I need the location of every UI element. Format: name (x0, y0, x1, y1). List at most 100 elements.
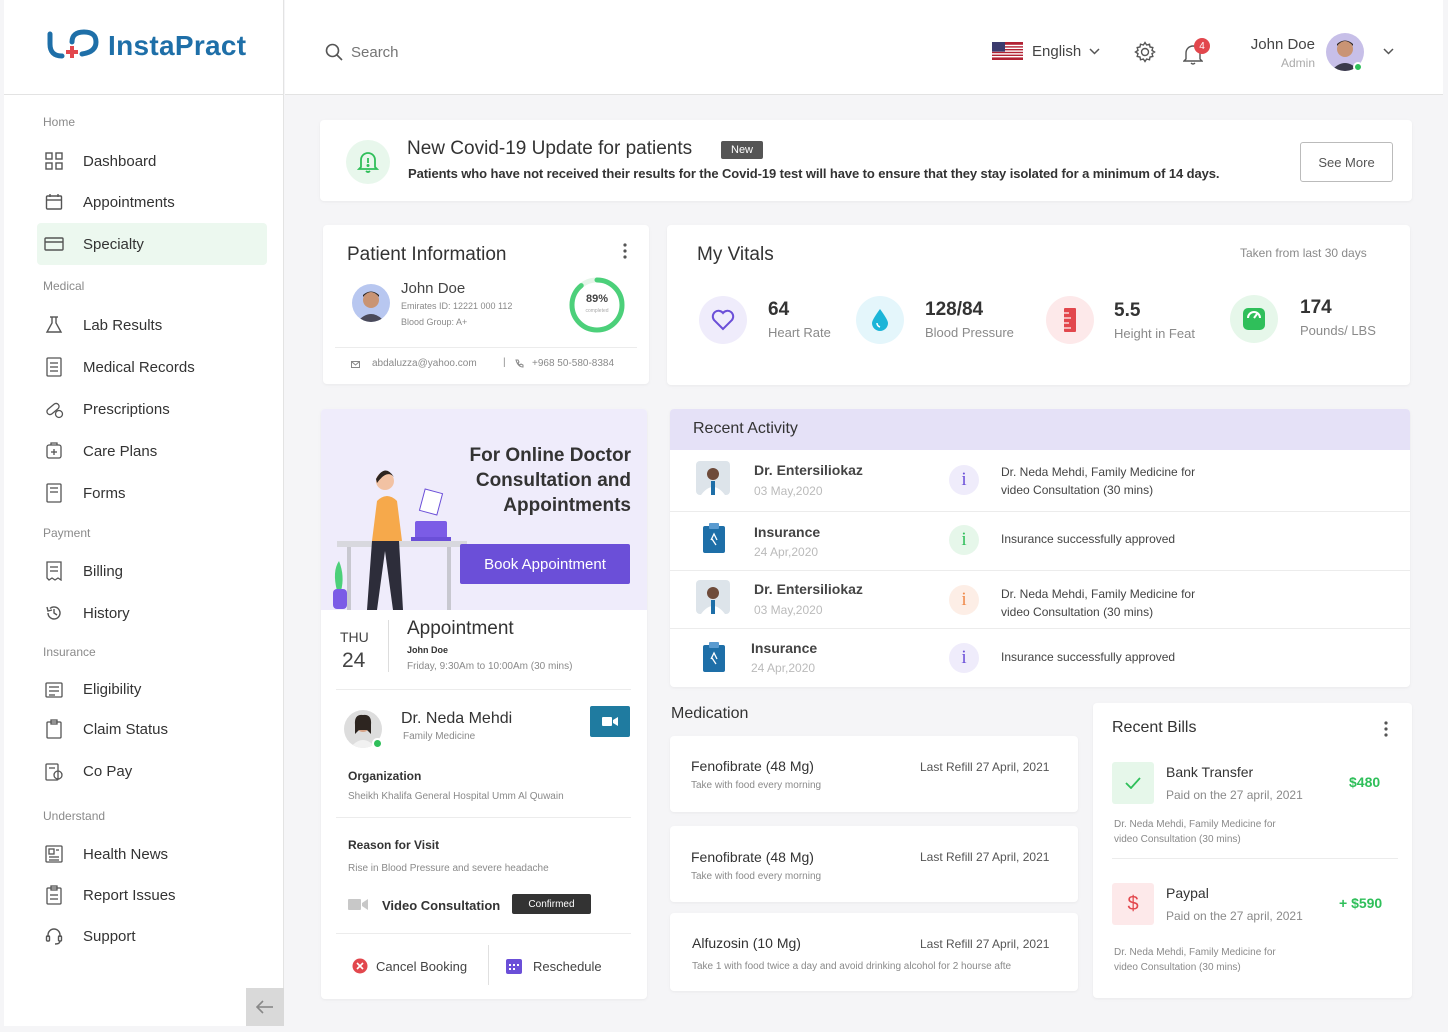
sidebar-item-co-pay[interactable]: Co Pay (37, 751, 267, 791)
recent-bills-card: Recent Bills Bank Transfer Paid on the 2… (1093, 703, 1412, 998)
medication-name: Alfuzosin (10 Mg) (692, 935, 801, 951)
sidebar-item-eligibility[interactable]: Eligibility (37, 669, 267, 709)
sidebar-item-dashboard[interactable]: Dashboard (37, 141, 267, 181)
more-options-icon[interactable] (623, 243, 627, 259)
patient-information-card: Patient Information John Doe Emirates ID… (323, 225, 649, 384)
promo-text: For Online Doctor Consultation and Appoi… (470, 443, 632, 518)
divider (335, 347, 637, 348)
cancel-booking-button[interactable]: Cancel Booking (352, 958, 467, 974)
sidebar-item-label: Eligibility (83, 680, 142, 698)
chevron-down-icon (1089, 47, 1100, 55)
medication-name: Fenofibrate (48 Mg) (691, 758, 814, 774)
sidebar-item-medical-records[interactable]: Medical Records (37, 347, 267, 387)
medication-note: Take with food every morning (691, 871, 822, 882)
sidebar-item-support[interactable]: Support (37, 916, 267, 956)
sidebar-item-appointments[interactable]: Appointments (37, 182, 267, 222)
vitals-note: Taken from last 30 days (1240, 246, 1367, 260)
care-plan-icon (43, 440, 65, 462)
patient-emirates-id: Emirates ID: 12221 000 112 (401, 301, 513, 311)
sidebar-item-label: Lab Results (83, 316, 163, 334)
video-call-button[interactable] (590, 706, 630, 737)
search-input[interactable] (351, 40, 651, 64)
info-icon: i (949, 585, 979, 615)
video-icon (348, 899, 368, 910)
medication-item[interactable]: Alfuzosin (10 Mg) Last Refill 27 April, … (670, 913, 1078, 991)
eligibility-icon (43, 678, 65, 700)
sidebar-item-label: History (83, 604, 130, 622)
heart-rate-label: Heart Rate (768, 325, 831, 340)
medication-item[interactable]: Fenofibrate (48 Mg) Last Refill 27 April… (670, 736, 1078, 812)
see-more-button[interactable]: See More (1300, 142, 1393, 182)
description-line-2: video Consultation (30 mins) (1114, 834, 1241, 845)
medication-item[interactable]: Fenofibrate (48 Mg) Last Refill 27 April… (670, 826, 1078, 902)
sidebar-item-prescriptions[interactable]: Prescriptions (37, 389, 267, 429)
collapse-sidebar-button[interactable] (246, 988, 284, 1026)
medication-name: Fenofibrate (48 Mg) (691, 849, 814, 865)
more-options-icon[interactable] (1384, 721, 1388, 737)
progress-sub-label: completed (585, 308, 609, 314)
date-divider (388, 620, 389, 672)
user-name: John Doe (1250, 36, 1315, 53)
section-insurance: Insurance (43, 645, 96, 659)
language-label: English (1032, 42, 1082, 60)
description-line-1: Dr. Neda Mehdi, Family Medicine for (1114, 819, 1276, 830)
divider (670, 628, 1410, 629)
sidebar-item-health-news[interactable]: Health News (37, 834, 267, 874)
book-appointment-button[interactable]: Book Appointment (460, 544, 630, 584)
medication-note: Take with food every morning (691, 780, 822, 791)
sidebar-item-billing[interactable]: Billing (37, 551, 267, 591)
gear-icon[interactable] (1134, 41, 1156, 63)
activity-date: 03 May,2020 (754, 603, 823, 617)
notifications-button[interactable]: 4 (1181, 38, 1210, 66)
user-menu-chevron-icon[interactable] (1383, 48, 1394, 55)
section-home: Home (43, 115, 76, 129)
sidebar-item-label: Report Issues (83, 886, 176, 904)
app-name: InstaPract (108, 30, 247, 61)
patient-email[interactable]: abdaluzza@yahoo.com (372, 358, 477, 369)
patient-phone[interactable]: +968 50-580-8384 (532, 358, 614, 369)
activity-date: 24 Apr,2020 (754, 545, 819, 559)
sidebar-item-history[interactable]: History (37, 593, 267, 633)
user-role: Admin (1280, 56, 1315, 70)
news-icon (43, 843, 65, 865)
sidebar-item-forms[interactable]: Forms (37, 473, 267, 513)
sidebar-item-specialty[interactable]: Specialty (37, 223, 267, 265)
info-icon: i (949, 643, 979, 673)
divider (336, 817, 631, 818)
height-label: Height in Feat (1114, 326, 1195, 341)
appointment-patient: John Doe (407, 645, 449, 655)
clipboard-icon (43, 718, 65, 740)
pill-icon (43, 398, 65, 420)
reschedule-button[interactable]: Reschedule (505, 957, 602, 975)
bill-description: Dr. Neda Mehdi, Family Medicine for video… (1114, 817, 1276, 847)
recent-activity-card: Recent Activity Dr. Entersiliokaz 03 May… (670, 409, 1410, 687)
sidebar-item-report-issues[interactable]: Report Issues (37, 875, 267, 915)
divider (670, 570, 1410, 571)
user-info: John Doe Admin (1225, 36, 1315, 70)
activity-description: Dr. Neda Mehdi, Family Medicine for video… (1001, 463, 1195, 499)
sidebar-item-label: Co Pay (83, 762, 133, 780)
activity-date: 24 Apr,2020 (751, 661, 816, 675)
sidebar-item-lab-results[interactable]: Lab Results (37, 305, 267, 345)
doctor-online-dot (372, 738, 383, 749)
banner-title: New Covid-19 Update for patients (407, 138, 693, 159)
medication-note: Take 1 with food twice a day and avoid d… (692, 961, 1012, 972)
promo-line-3: Appointments (503, 495, 631, 516)
logo[interactable]: InstaPract (4, 0, 284, 95)
bill-method: Bank Transfer (1166, 764, 1254, 780)
insurance-clipboard-icon (703, 642, 725, 672)
sidebar-item-care-plans[interactable]: Care Plans (37, 431, 267, 471)
description-line-2: video Consultation (30 mins) (1001, 483, 1154, 497)
sidebar-item-label: Billing (83, 562, 124, 580)
medication-refill: Last Refill 27 April, 2021 (920, 937, 1050, 951)
patient-info-title: Patient Information (347, 244, 507, 265)
bill-paid-date: Paid on the 27 april, 2021 (1166, 788, 1303, 802)
divider (336, 933, 631, 934)
sidebar-item-claim-status[interactable]: Claim Status (37, 709, 267, 749)
sidebar-item-label: Appointments (83, 193, 175, 211)
divider (670, 511, 1410, 512)
recent-bills-title: Recent Bills (1112, 719, 1197, 736)
language-selector[interactable]: English (992, 42, 1100, 60)
sidebar-item-label: Health News (83, 845, 169, 863)
logo-icon (47, 29, 99, 59)
